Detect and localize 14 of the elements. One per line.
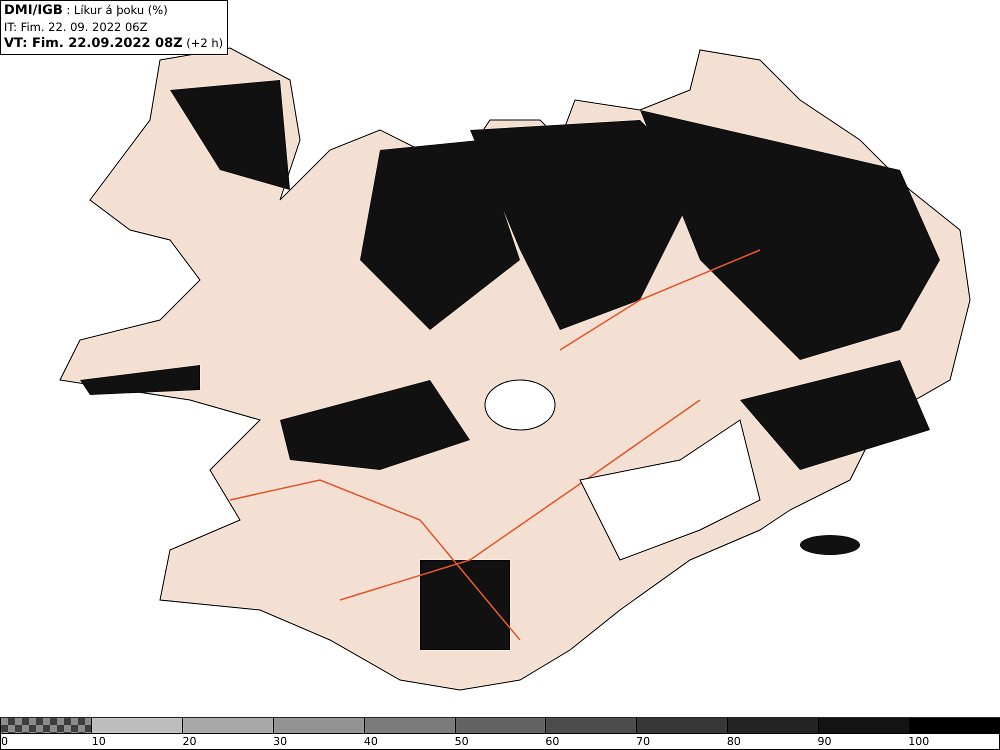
header-text: IT: Fim. 22. 09. 2022 06Z (4, 19, 148, 35)
scale-label: 60 (545, 734, 560, 749)
scale-label: 80 (726, 734, 741, 749)
scale-label: 50 (454, 734, 469, 749)
scale-label: 20 (182, 734, 196, 749)
scale-label: 0 (1, 734, 8, 749)
scale-label: 90 (818, 734, 832, 749)
scale-label: 40 (364, 734, 378, 749)
scale-label: 30 (273, 734, 288, 749)
scale-label: 10 (92, 734, 106, 749)
scale-label: 70 (636, 734, 650, 749)
scale-label: 100 (908, 734, 930, 749)
header-text: VT: Fim. 22.09.2022 08Z (+2 h) (4, 35, 224, 52)
header-text: DMI/IGB : Líkur á þoku (%) (4, 2, 169, 19)
